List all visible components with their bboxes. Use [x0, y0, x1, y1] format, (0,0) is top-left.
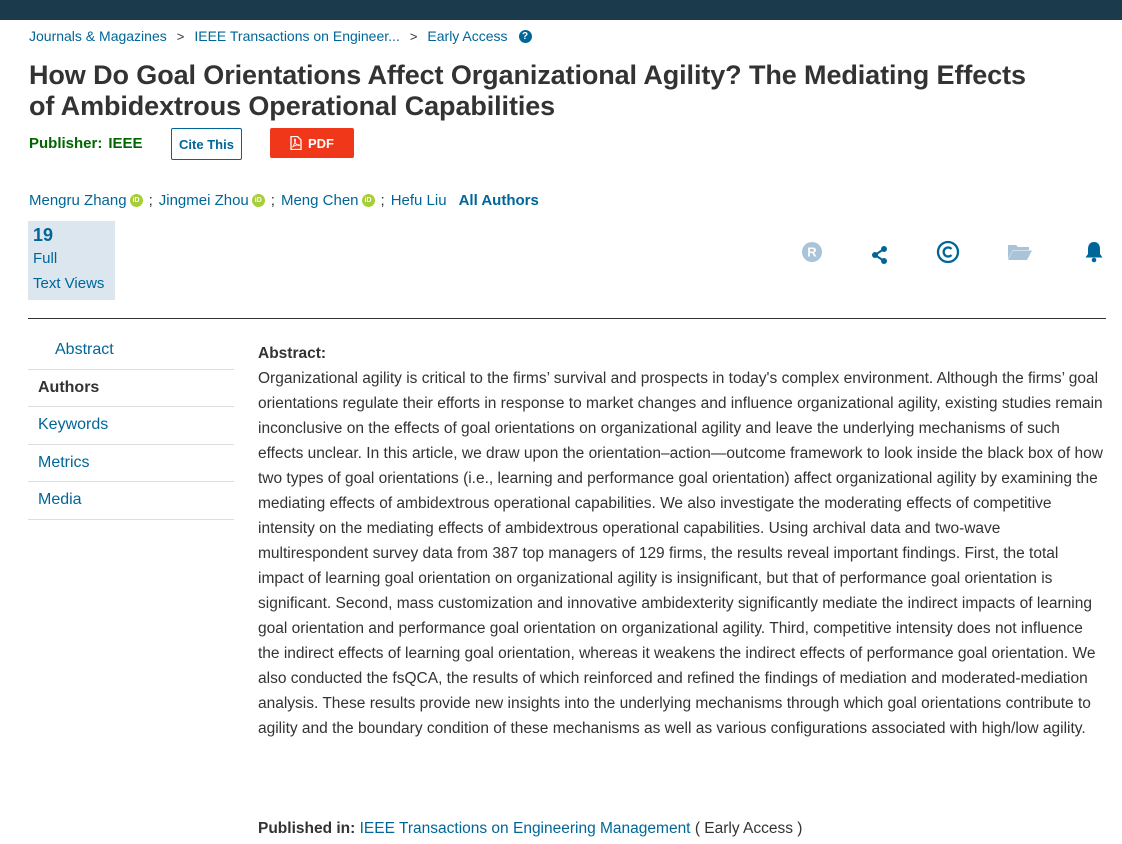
help-icon[interactable]: ? [518, 29, 532, 43]
title-line-1: How Do Goal Orientations Affect Organiza… [29, 60, 1026, 90]
folder-icon[interactable] [1006, 238, 1034, 266]
author-separator: ; [148, 191, 153, 209]
header-divider [28, 318, 1106, 319]
full-text-views-badge[interactable]: 19 Full Text Views [28, 221, 115, 300]
orcid-icon[interactable]: iD [251, 193, 265, 207]
author-link[interactable]: Jingmei Zhou [159, 192, 249, 209]
author-link[interactable]: Hefu Liu [391, 192, 447, 209]
published-in-label: Published in: [258, 820, 356, 837]
cite-this-button[interactable]: Cite This [171, 128, 242, 160]
svg-text:R: R [807, 245, 817, 260]
orcid-icon[interactable]: iD [129, 193, 143, 207]
full-text-views-count: 19 [33, 225, 54, 245]
publisher-label: Publisher: [29, 135, 103, 152]
breadcrumb: Journals & Magazines > IEEE Transactions… [29, 27, 532, 45]
pdf-button[interactable]: PDF [270, 128, 354, 158]
abstract-section: Abstract: Organizational agility is crit… [258, 341, 1108, 741]
breadcrumb-separator: > [176, 28, 185, 44]
author-link[interactable]: Mengru Zhang [29, 192, 127, 209]
author-separator: ; [380, 191, 385, 209]
all-authors-link[interactable]: All Authors [459, 192, 539, 209]
publication-status: ( Early Access ) [694, 820, 803, 837]
alert-bell-icon[interactable] [1080, 238, 1108, 266]
published-in: Published in: IEEE Transactions on Engin… [258, 820, 802, 838]
abstract-text: Organizational agility is critical to th… [258, 370, 1103, 737]
copyright-icon[interactable] [934, 238, 962, 266]
share-icon[interactable] [866, 241, 894, 269]
orcid-icon[interactable]: iD [361, 193, 375, 207]
pdf-file-icon [290, 136, 302, 150]
author-separator: ; [270, 191, 275, 209]
author-link[interactable]: Meng Chen [281, 192, 359, 209]
top-bar [0, 0, 1122, 20]
page-title: How Do Goal Orientations Affect Organiza… [29, 60, 1109, 122]
pdf-button-label: PDF [308, 135, 334, 151]
abstract-heading: Abstract: [258, 345, 327, 362]
publisher-name: IEEE [108, 135, 143, 152]
full-text-views-label-1: Full [33, 250, 58, 267]
document-sections-nav: Abstract Authors Keywords Metrics Media [28, 332, 234, 520]
publisher: Publisher: IEEE [29, 135, 143, 152]
nav-item-authors[interactable]: Authors [28, 370, 234, 407]
nav-item-media[interactable]: Media [28, 482, 234, 520]
breadcrumb-early-access[interactable]: Early Access [427, 28, 507, 44]
breadcrumb-journals-magazines[interactable]: Journals & Magazines [29, 28, 167, 44]
breadcrumb-separator: > [409, 28, 418, 44]
nav-item-abstract[interactable]: Abstract [28, 332, 234, 370]
full-text-views-label-2: Text Views [33, 275, 105, 292]
nav-item-metrics[interactable]: Metrics [28, 445, 234, 482]
nav-item-keywords[interactable]: Keywords [28, 407, 234, 445]
rights-icon[interactable]: R [798, 238, 826, 266]
title-line-2: of Ambidextrous Operational Capabilities [29, 91, 556, 121]
breadcrumb-journal[interactable]: IEEE Transactions on Engineer... [194, 28, 399, 44]
journal-link[interactable]: IEEE Transactions on Engineering Managem… [360, 820, 691, 837]
authors-list: Mengru Zhang iD ; Jingmei Zhou iD ; Meng… [29, 190, 539, 210]
